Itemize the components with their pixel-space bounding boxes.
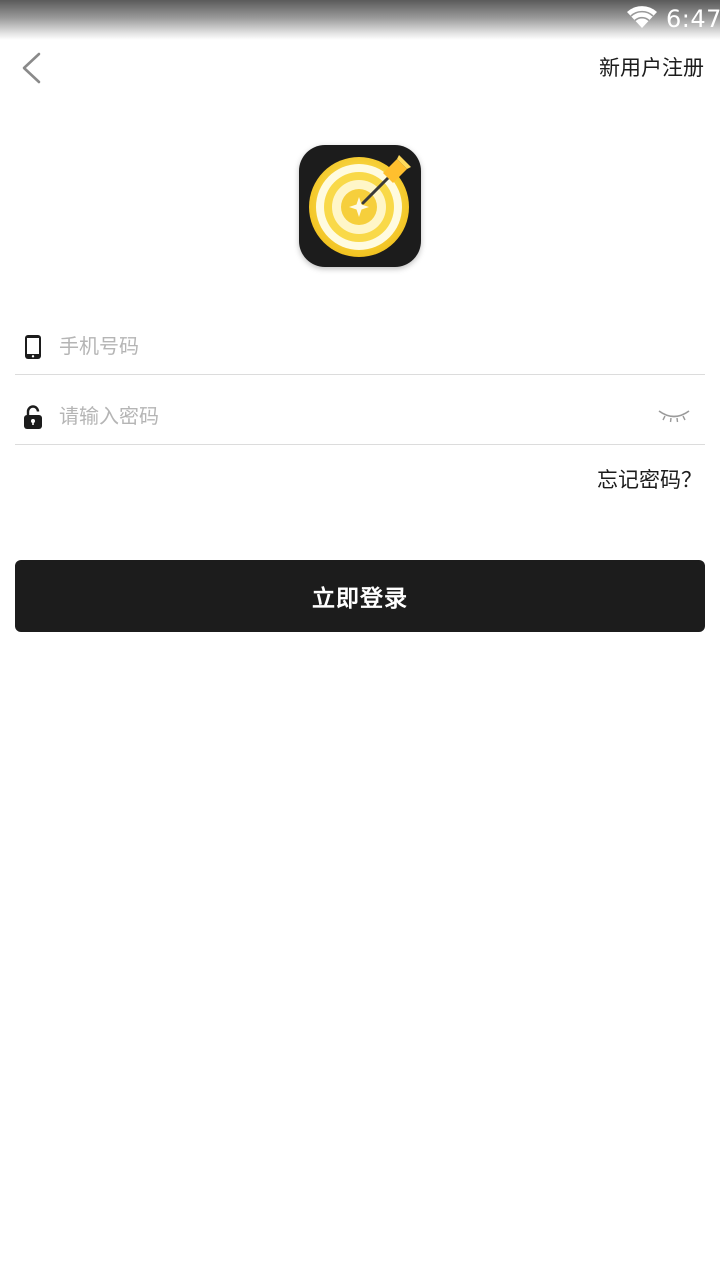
status-bar: 6:47 (0, 0, 720, 40)
dart-target-icon (309, 155, 411, 257)
back-button[interactable] (14, 48, 54, 88)
phone-field (15, 304, 705, 375)
password-input[interactable] (59, 398, 639, 434)
login-button[interactable]: 立即登录 (15, 560, 705, 632)
status-time: 6:47 (666, 5, 720, 33)
phone-input[interactable] (59, 328, 639, 364)
register-link[interactable]: 新用户注册 (599, 52, 704, 84)
wifi-icon (627, 6, 657, 29)
chevron-left-icon (22, 52, 41, 84)
password-field (15, 374, 705, 445)
forgot-password-link[interactable]: 忘记密码？ (597, 464, 702, 496)
unlock-icon (24, 405, 42, 429)
phone-icon (25, 335, 41, 359)
eye-closed-icon[interactable] (657, 406, 691, 426)
app-logo (299, 145, 421, 267)
